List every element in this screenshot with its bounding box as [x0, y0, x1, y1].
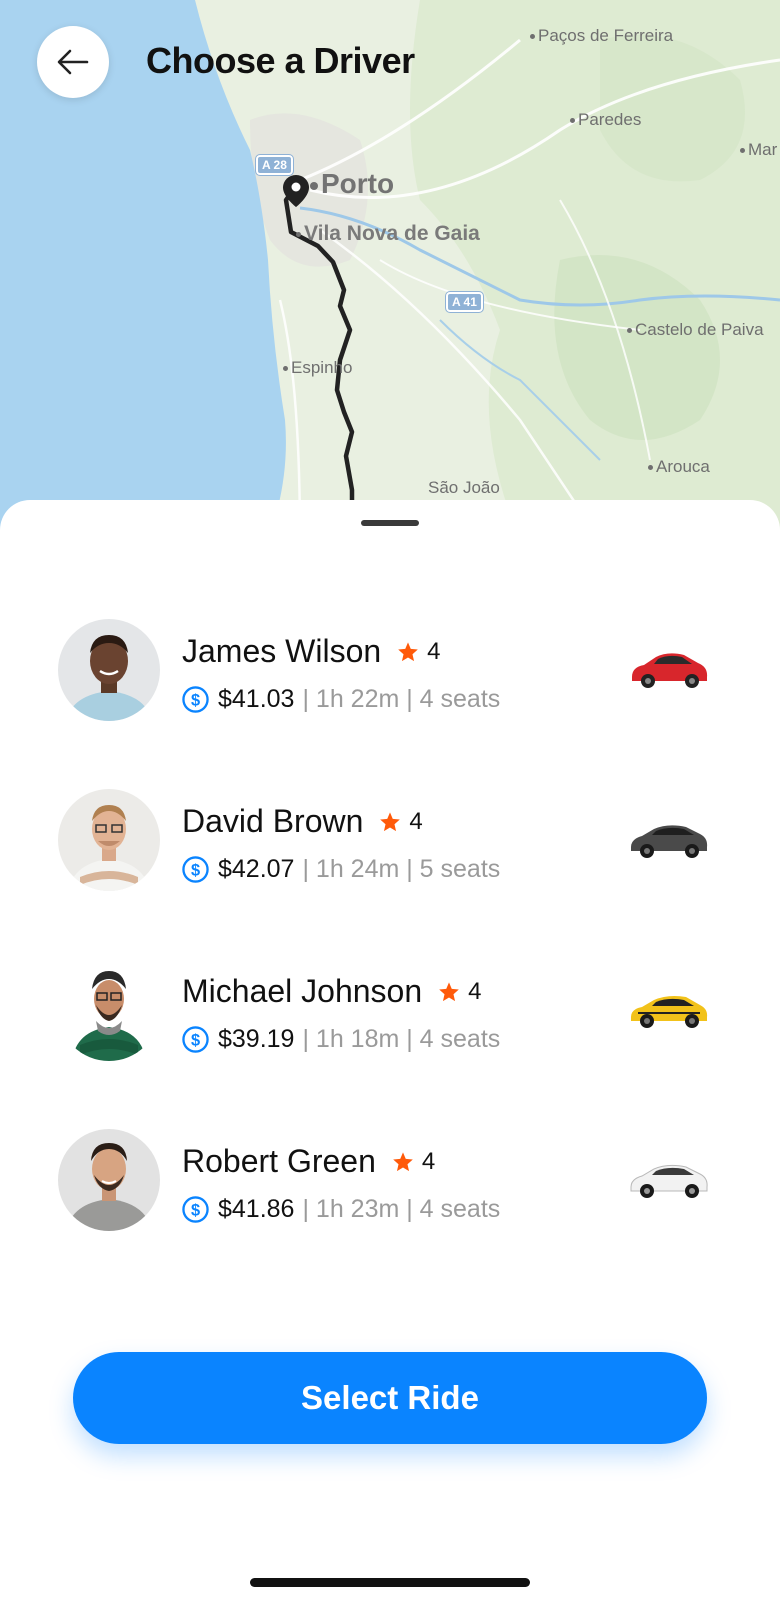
ride-details: | 1h 24m | 5 seats [302, 855, 501, 883]
ride-price: $39.19 [218, 1025, 295, 1053]
map-label-arouca: Arouca [648, 457, 710, 477]
driver-row-robert-green[interactable]: Robert Green 4 $ $41.86 | 1h 23m | 4 sea… [0, 1125, 780, 1235]
avatar [58, 619, 160, 721]
map-label-pacos: Paços de Ferreira [530, 26, 673, 46]
arrow-left-icon [57, 49, 89, 75]
driver-name: David Brown 4 [182, 803, 423, 839]
dollar-coin-icon: $ [182, 856, 209, 883]
driver-name: Robert Green 4 [182, 1143, 436, 1179]
ride-meta: $ $41.03 | 1h 22m | 4 seats [182, 685, 500, 714]
svg-text:$: $ [191, 1031, 200, 1049]
car-icon [630, 1164, 708, 1198]
drag-handle[interactable] [361, 520, 419, 526]
location-pin-icon [283, 175, 309, 207]
star-icon [398, 641, 418, 661]
rating: 4 [392, 1148, 435, 1176]
map-label-espinho: Espinho [283, 358, 352, 378]
car-icon [632, 653, 708, 688]
avatar [58, 789, 160, 891]
map-label-porto: Porto [310, 168, 394, 200]
rating: 4 [379, 808, 423, 836]
ride-price: $41.03 [218, 685, 295, 713]
back-button[interactable] [37, 26, 109, 98]
ride-meta: $ $41.86 | 1h 23m | 4 seats [182, 1195, 500, 1224]
home-indicator [250, 1578, 530, 1587]
avatar [58, 1129, 160, 1231]
svg-text:$: $ [191, 691, 200, 709]
ride-details: | 1h 22m | 4 seats [302, 685, 501, 713]
driver-row-michael-johnson[interactable]: Michael Johnson 4 $ $39.19 | 1h 18m | 4 … [0, 955, 780, 1065]
car-icon [631, 825, 708, 858]
map-label-sao-joao: São João [428, 478, 500, 497]
driver-name: Michael Johnson 4 [182, 973, 482, 1009]
map-label-paredes: Paredes [570, 110, 641, 130]
ride-meta: $ $39.19 | 1h 18m | 4 seats [182, 1025, 500, 1054]
page-title: Choose a Driver [146, 40, 415, 81]
road-shield-a28: A 28 [255, 154, 294, 176]
driver-name: James Wilson 4 [182, 633, 441, 669]
dollar-coin-icon: $ [182, 686, 209, 713]
rating: 4 [397, 638, 441, 666]
car-icon [631, 996, 708, 1028]
svg-text:$: $ [191, 1201, 200, 1219]
star-icon [380, 811, 401, 831]
ride-price: $42.07 [218, 855, 295, 883]
avatar [58, 959, 160, 1061]
ride-price: $41.86 [218, 1195, 295, 1223]
map-label-gaia: Vila Nova de Gaia [296, 222, 480, 246]
road-shield-a41: A 41 [445, 291, 484, 313]
svg-text:$: $ [191, 861, 200, 879]
map-label-mar: Mar [740, 140, 777, 160]
dollar-coin-icon: $ [182, 1196, 209, 1223]
dollar-coin-icon: $ [182, 1026, 209, 1053]
ride-details: | 1h 23m | 4 seats [302, 1195, 501, 1223]
star-icon [393, 1151, 413, 1171]
map-label-castelo: Castelo de Paiva [627, 320, 764, 340]
select-ride-button[interactable]: Select Ride [73, 1352, 707, 1444]
driver-sheet: James Wilson 4 $ $41.03 | 1h 22m | 4 sea… [0, 500, 780, 1600]
ride-meta: $ $42.07 | 1h 24m | 5 seats [182, 855, 500, 884]
driver-row-david-brown[interactable]: David Brown 4 $ $42.07 | 1h 24m | 5 seat… [0, 785, 780, 895]
star-icon [439, 981, 459, 1001]
ride-details: | 1h 18m | 4 seats [302, 1025, 501, 1053]
rating: 4 [438, 978, 482, 1006]
driver-row-james-wilson[interactable]: James Wilson 4 $ $41.03 | 1h 22m | 4 sea… [0, 615, 780, 725]
